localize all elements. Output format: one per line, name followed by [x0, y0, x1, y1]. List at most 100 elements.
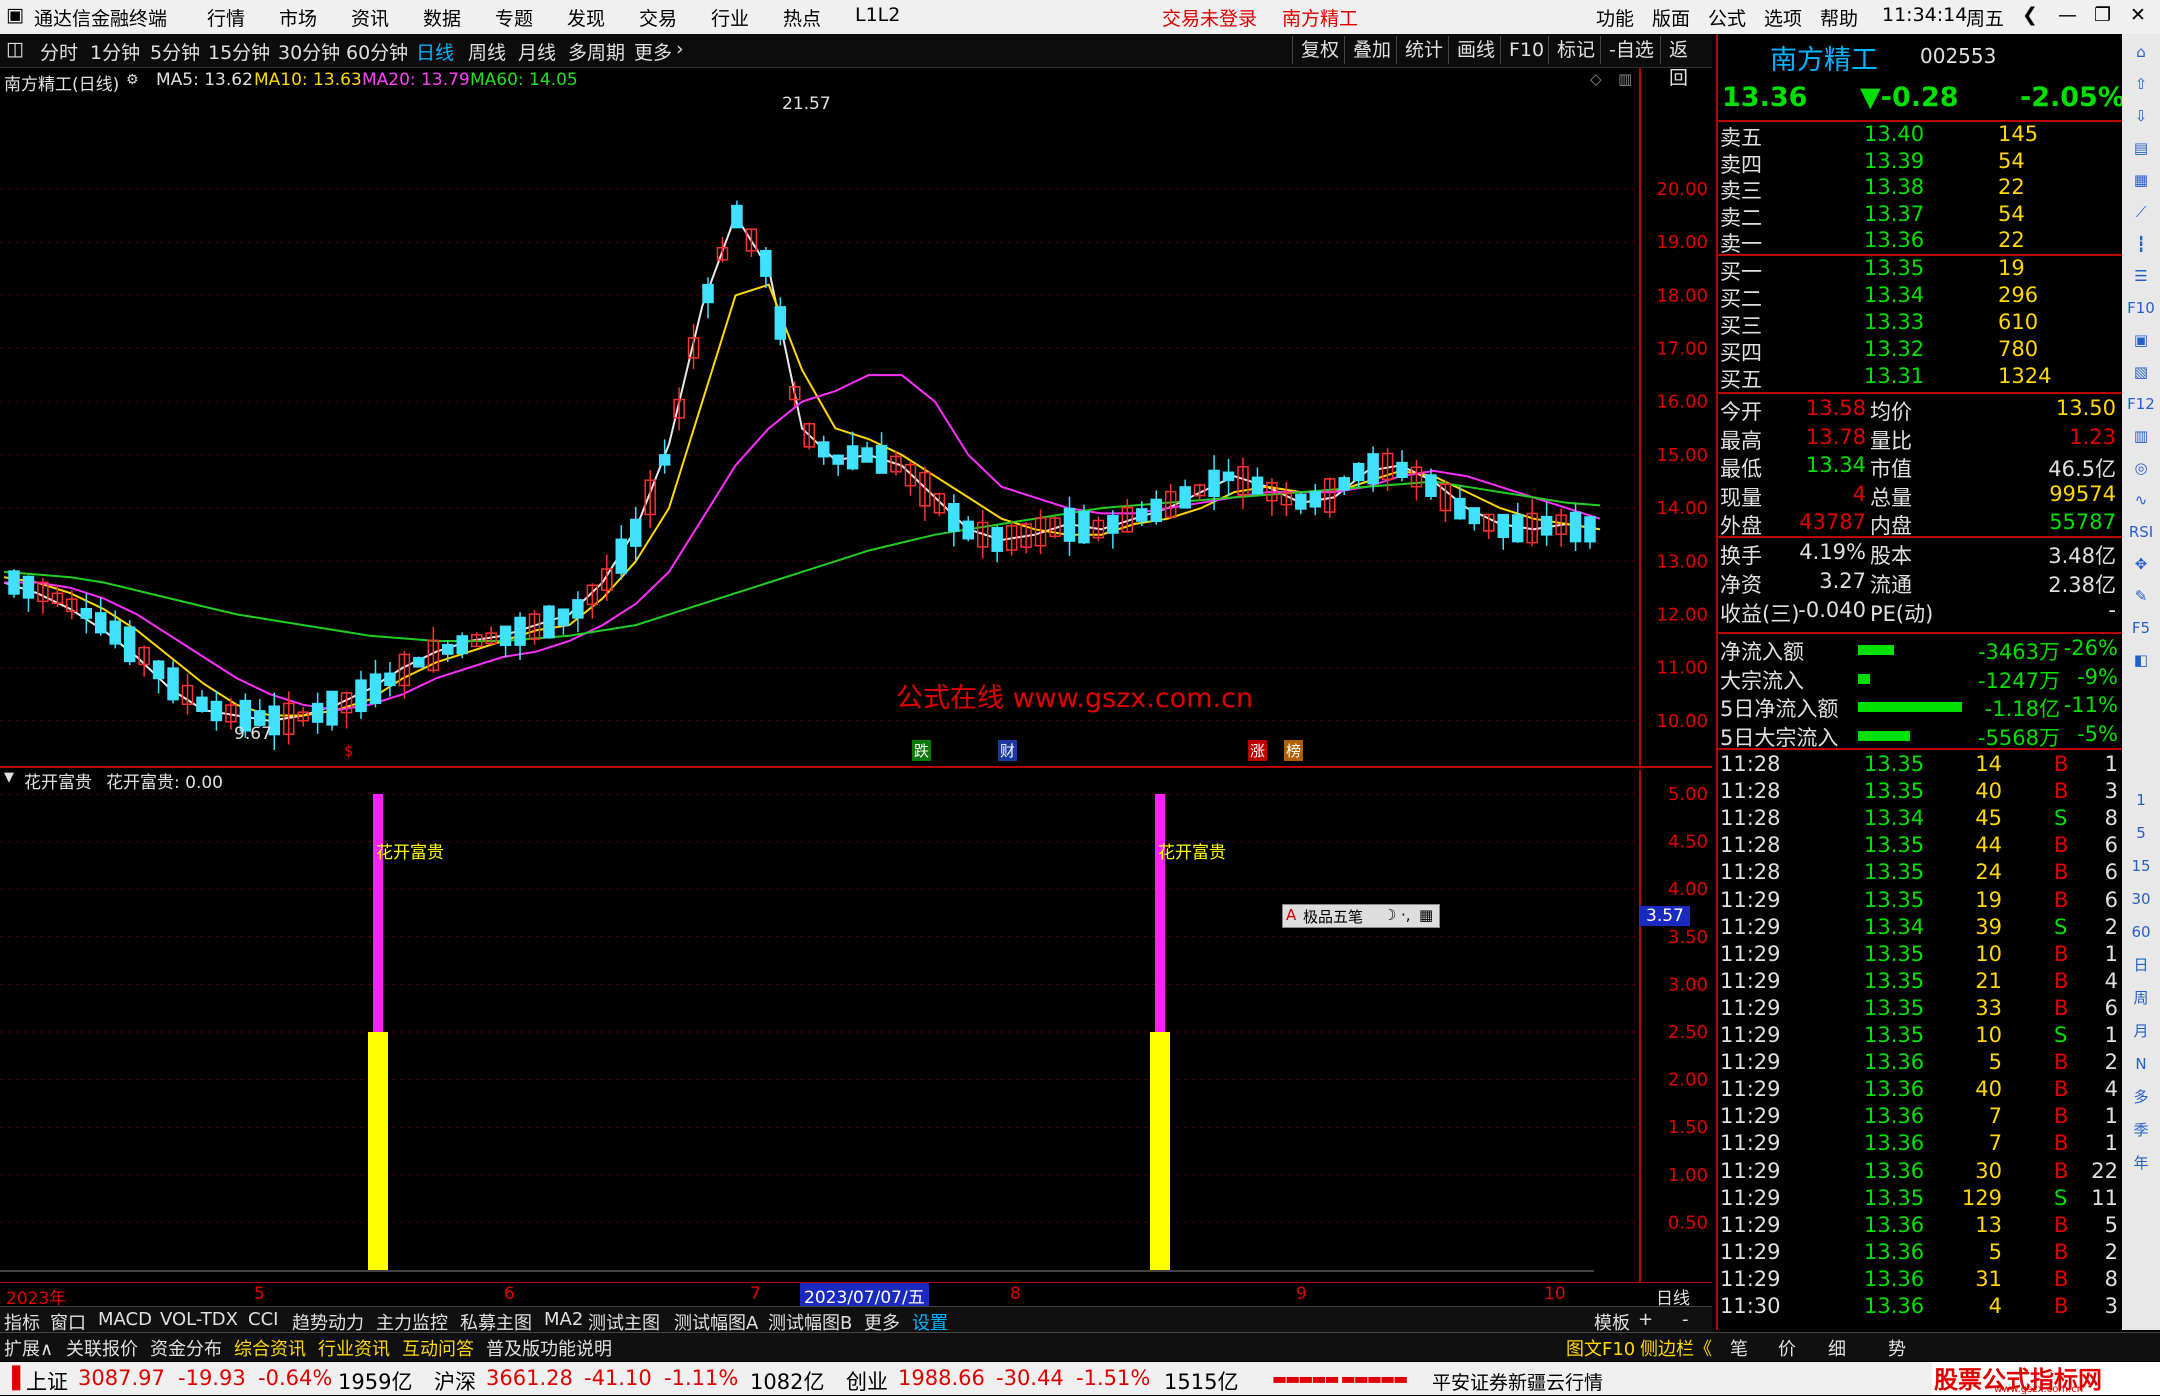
bid-row[interactable]: 买四 13.32 780: [1718, 337, 2122, 365]
menu-item-discover[interactable]: 发现: [567, 4, 605, 31]
side-cycle-1[interactable]: 5: [2126, 819, 2156, 847]
side-cycle-2[interactable]: 15: [2126, 852, 2156, 880]
ime-keyboard-icon[interactable]: ▦: [1419, 906, 1433, 924]
menu-item-trade[interactable]: 交易: [639, 4, 677, 31]
panel-tab[interactable]: 细: [1828, 1335, 1846, 1361]
ime-moon-icon[interactable]: ☽: [1383, 906, 1396, 924]
f5-icon[interactable]: F5: [2126, 614, 2156, 642]
sh-label[interactable]: 上证: [26, 1366, 68, 1396]
period-more[interactable]: 更多: [634, 38, 672, 65]
fund-flow-row[interactable]: 5日净流入额 -1.18亿 -11%: [1718, 693, 2122, 721]
event-mark-drop[interactable]: 跌: [912, 740, 932, 761]
home-icon[interactable]: ⌂: [2126, 38, 2156, 66]
chart-settings-icon[interactable]: ⚙: [126, 72, 139, 88]
toolbar-menu-icon[interactable]: ◫: [6, 38, 24, 60]
template-tab[interactable]: -: [1682, 1309, 1689, 1330]
menu-item-options[interactable]: 选项: [1764, 4, 1802, 31]
panel-tab[interactable]: 价: [1778, 1335, 1796, 1361]
list-icon[interactable]: ☰: [2126, 262, 2156, 290]
mark-button[interactable]: 标记: [1548, 36, 1603, 64]
ask-row[interactable]: 卖四 13.39 54: [1718, 149, 2122, 177]
ask-row[interactable]: 卖五 13.40 145: [1718, 122, 2122, 150]
indicator-tab[interactable]: MACD: [98, 1309, 152, 1330]
period-weekly[interactable]: 周线: [468, 38, 506, 65]
rsi-icon[interactable]: RSI: [2126, 518, 2156, 546]
ask-row[interactable]: 卖三 13.38 22: [1718, 175, 2122, 203]
cy-label[interactable]: 创业: [846, 1366, 888, 1396]
period-daily[interactable]: 日线: [416, 38, 454, 65]
event-mark-dividend[interactable]: $: [344, 742, 354, 760]
indicator-tab[interactable]: MA2: [544, 1309, 583, 1330]
indicator-toggle-icon[interactable]: ▼: [4, 770, 14, 785]
wave-icon[interactable]: ∿: [2126, 486, 2156, 514]
event-mark-rise[interactable]: 涨: [1248, 740, 1268, 761]
extension-tab[interactable]: 行业资讯: [318, 1335, 390, 1361]
down-icon[interactable]: ⇩: [2126, 102, 2156, 130]
f12-icon[interactable]: F12: [2126, 390, 2156, 418]
side-cycle-4[interactable]: 60: [2126, 918, 2156, 946]
minimize-icon[interactable]: —: [2058, 4, 2077, 26]
sz-label[interactable]: 沪深: [434, 1366, 476, 1396]
ask-row[interactable]: 卖二 13.37 54: [1718, 202, 2122, 230]
fund-flow-row[interactable]: 5日大宗流入 -5568万 -5%: [1718, 722, 2122, 750]
menu-item-layout[interactable]: 版面: [1652, 4, 1690, 31]
period-60min[interactable]: 60分钟: [346, 38, 408, 65]
menu-item-function[interactable]: 功能: [1596, 4, 1634, 31]
period-30min[interactable]: 30分钟: [278, 38, 340, 65]
extension-tab[interactable]: 关联报价: [66, 1335, 138, 1361]
f10-button[interactable]: F10: [1500, 36, 1552, 64]
extension-tab[interactable]: 普及版功能说明: [486, 1335, 612, 1361]
panel-tab[interactable]: 势: [1888, 1335, 1906, 1361]
event-mark-rank[interactable]: 榜: [1284, 740, 1304, 761]
indicator-chart[interactable]: 5.00 4.50 4.00 3.50 3.00 2.50 2.00 1.50 1.00 0.50…: [0, 770, 1712, 1282]
period-tick[interactable]: 分时: [40, 38, 78, 65]
panel-tab[interactable]: 侧边栏《: [1640, 1335, 1712, 1361]
period-monthly[interactable]: 月线: [518, 38, 556, 65]
event-mark-finance[interactable]: 财: [998, 740, 1018, 761]
side-cycle-5[interactable]: 日: [2126, 951, 2156, 979]
menu-item-data[interactable]: 数据: [423, 4, 461, 31]
menu-item-market[interactable]: 市场: [279, 4, 317, 31]
ime-toolbar[interactable]: A 极品五笔 ☽ ·, ▦: [1282, 904, 1440, 928]
candle-icon[interactable]: ┇: [2126, 230, 2156, 258]
side-cycle-10[interactable]: 季: [2126, 1116, 2156, 1144]
menu-item-news[interactable]: 资讯: [351, 4, 389, 31]
side-cycle-0[interactable]: 1: [2126, 786, 2156, 814]
period-multi[interactable]: 多周期: [568, 38, 625, 65]
menu-item-hot[interactable]: 热点: [783, 4, 821, 31]
bid-row[interactable]: 买五 13.31 1324: [1718, 364, 2122, 392]
ask-row[interactable]: 卖一 13.36 22: [1718, 228, 2122, 256]
close-icon[interactable]: ✕: [2130, 4, 2146, 26]
side-cycle-6[interactable]: 周: [2126, 984, 2156, 1012]
up-icon[interactable]: ⇧: [2126, 70, 2156, 98]
side-cycle-11[interactable]: 年: [2126, 1149, 2156, 1177]
panel-tab[interactable]: 笔: [1730, 1335, 1748, 1361]
menu-item-hq[interactable]: 行情: [207, 4, 245, 31]
side-cycle-8[interactable]: N: [2126, 1050, 2156, 1078]
report-icon[interactable]: ▥: [2126, 422, 2156, 450]
menu-item-formula[interactable]: 公式: [1708, 4, 1746, 31]
extension-tab[interactable]: 综合资讯: [234, 1335, 306, 1361]
scroll-icon[interactable]: ▥: [1618, 70, 1632, 88]
menu-item-topic[interactable]: 专题: [495, 4, 533, 31]
adjust-button[interactable]: 复权: [1292, 36, 1347, 64]
period-1min[interactable]: 1分钟: [90, 38, 140, 65]
indicator-tab[interactable]: CCI: [248, 1309, 278, 1330]
period-15min[interactable]: 15分钟: [208, 38, 270, 65]
extension-tab[interactable]: 资金分布: [150, 1335, 222, 1361]
menu-item-industry[interactable]: 行业: [711, 4, 749, 31]
chart-icon[interactable]: ◧: [2126, 646, 2156, 674]
back-icon[interactable]: ❮: [2022, 4, 2038, 26]
doc-icon[interactable]: ▧: [2126, 358, 2156, 386]
panel-tab[interactable]: 图文F10: [1566, 1335, 1635, 1361]
fund-flow-row[interactable]: 大宗流入 -1247万 -9%: [1718, 665, 2122, 693]
pen-icon[interactable]: ✎: [2126, 582, 2156, 610]
side-cycle-3[interactable]: 30: [2126, 885, 2156, 913]
table-icon[interactable]: ▦: [2126, 166, 2156, 194]
stats-button[interactable]: 统计: [1396, 36, 1451, 64]
f10-icon[interactable]: F10: [2126, 294, 2156, 322]
menu-item-help[interactable]: 帮助: [1820, 4, 1858, 31]
news-icon[interactable]: ▤: [2126, 134, 2156, 162]
grid-icon[interactable]: ▣: [2126, 326, 2156, 354]
menu-item-l1l2[interactable]: L1L2: [855, 4, 900, 26]
